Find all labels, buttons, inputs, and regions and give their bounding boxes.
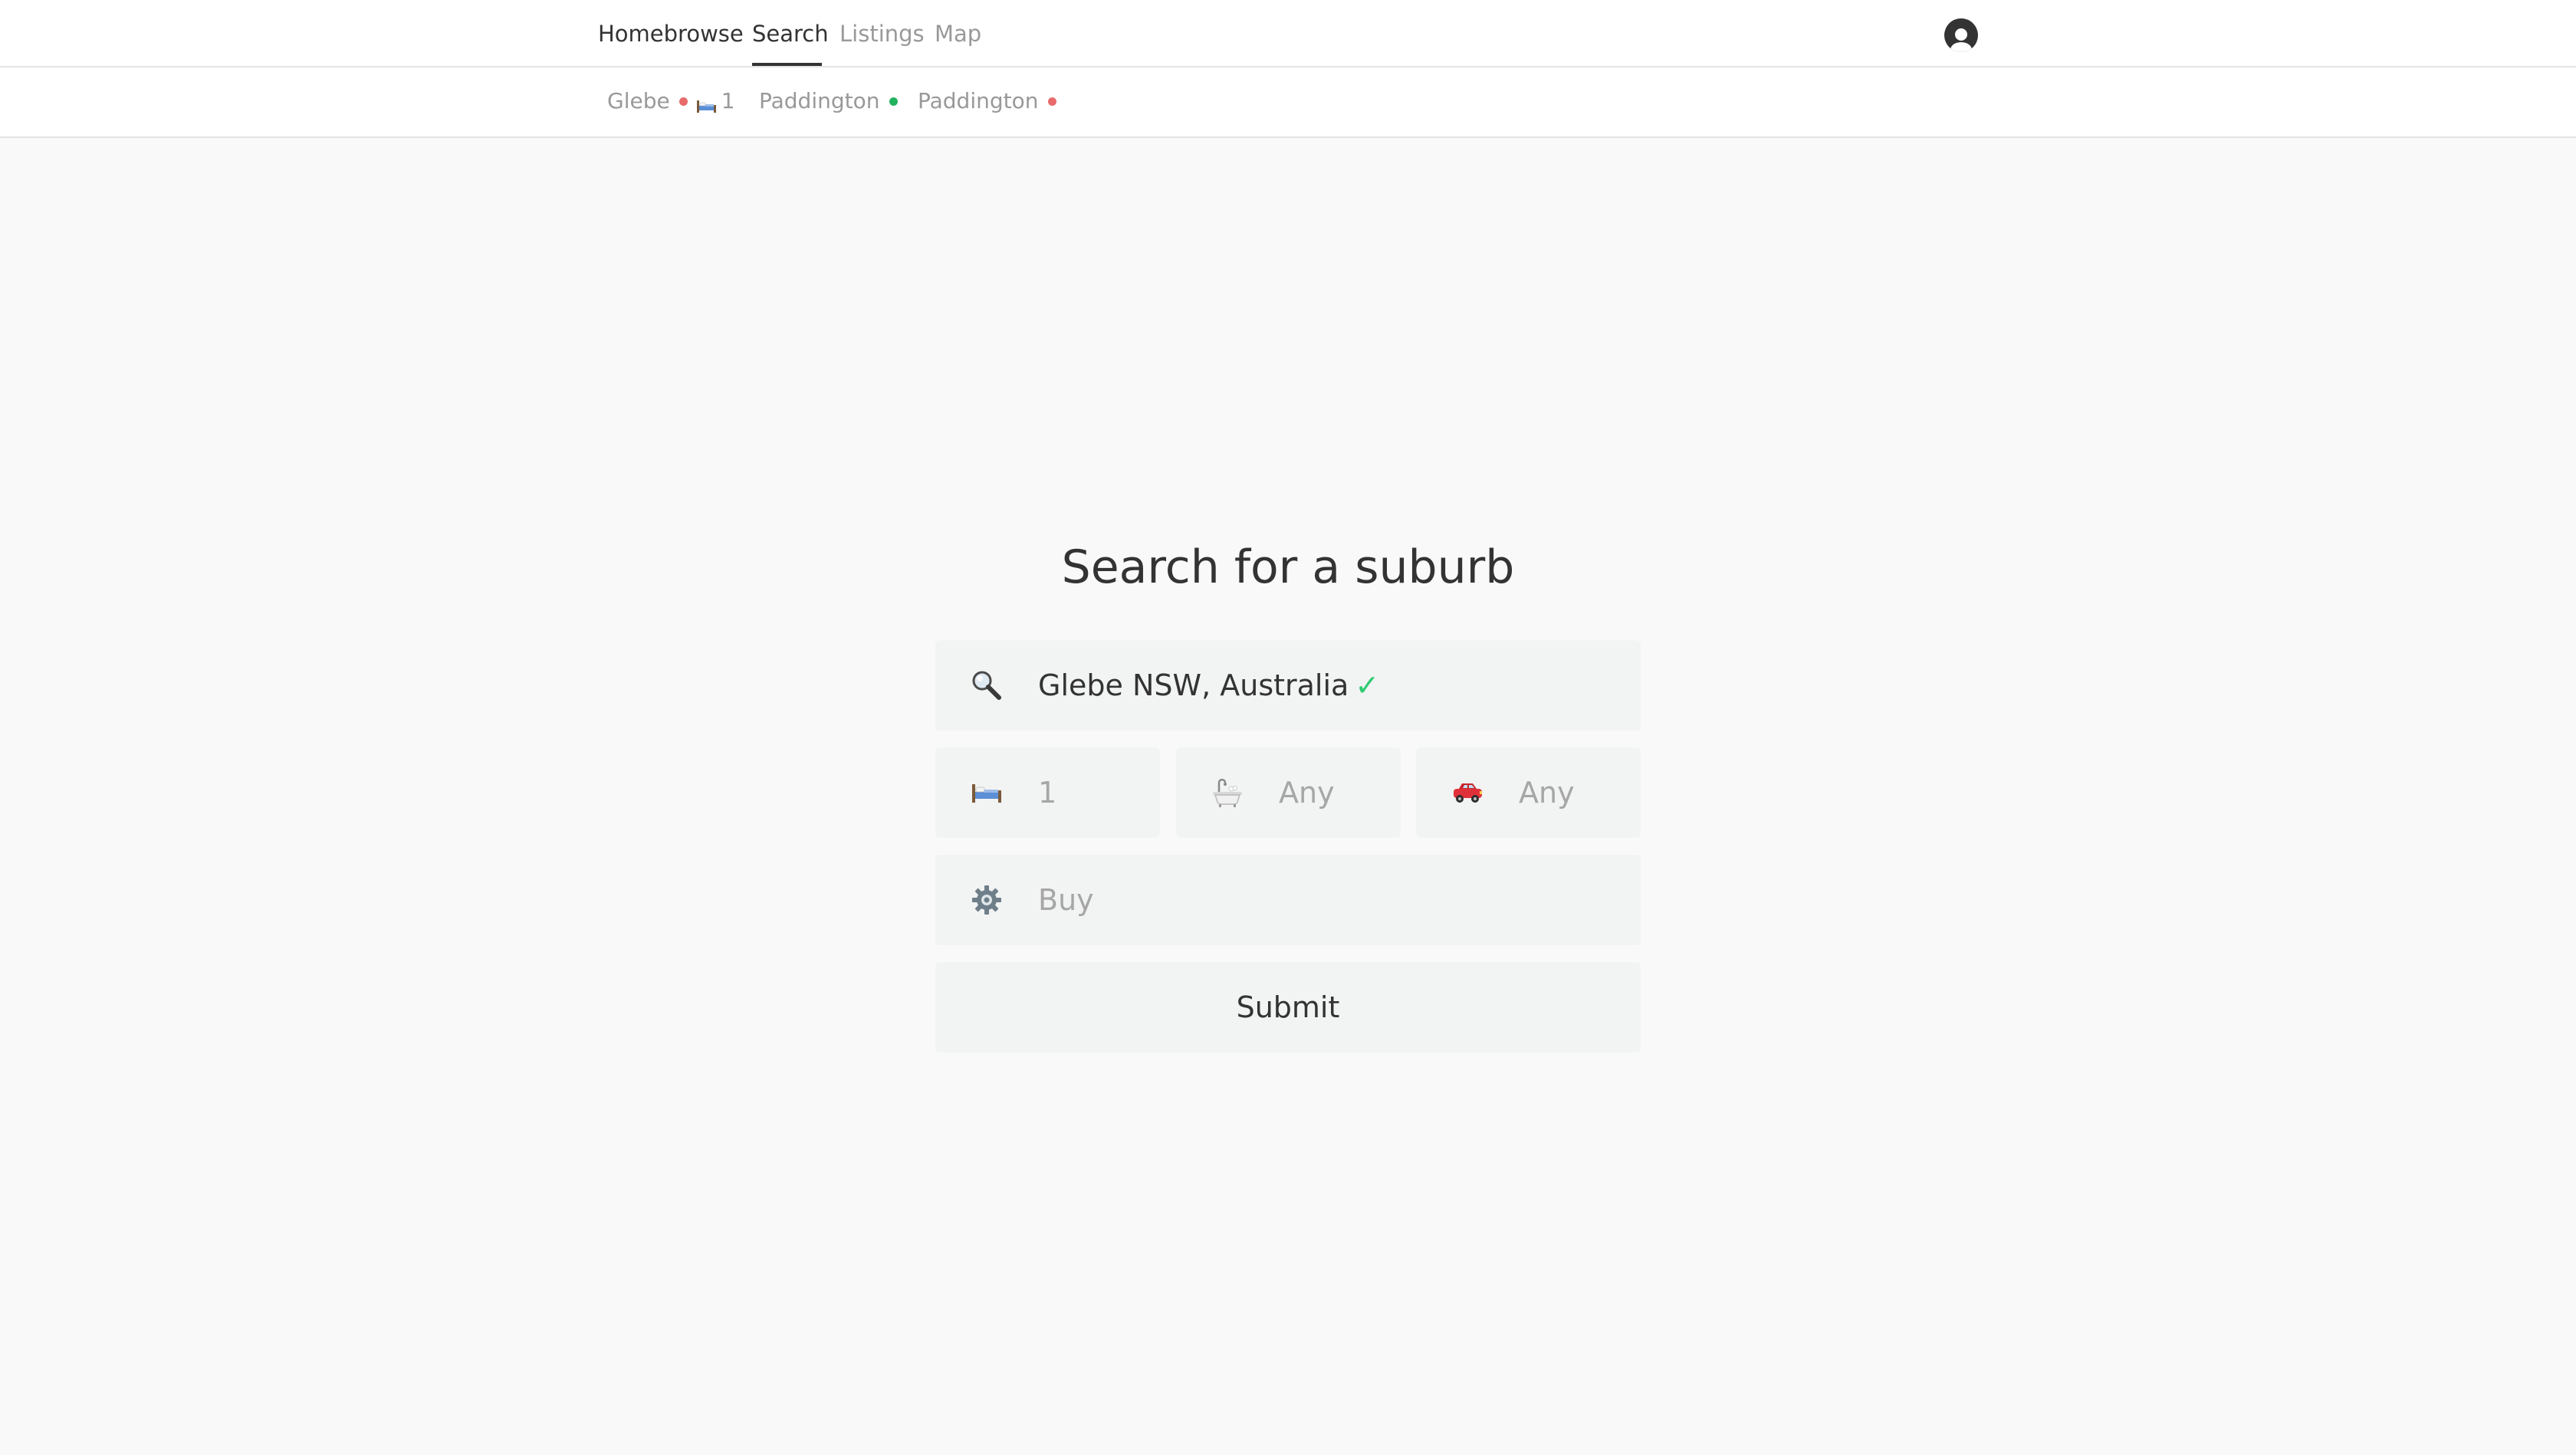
brand-link[interactable]: Homebrowse — [598, 20, 744, 48]
status-dot — [1047, 97, 1056, 106]
history-item-label: Paddington — [759, 88, 880, 113]
nav-tab-map[interactable]: Map — [935, 20, 981, 48]
car-icon — [1451, 777, 1484, 809]
history-item-glebe[interactable]: Glebe 1 — [607, 87, 735, 115]
active-tab-indicator — [752, 63, 822, 66]
check-icon: ✓ — [1355, 668, 1380, 702]
magnifier-icon — [971, 669, 1003, 701]
baths-select[interactable]: Any — [1176, 747, 1401, 838]
history-item-label: Glebe — [607, 88, 670, 113]
gear-icon — [971, 884, 1003, 916]
bed-icon — [696, 94, 717, 113]
history-item-label: Paddington — [918, 88, 1039, 113]
beds-value: 1 — [1038, 776, 1057, 810]
page-title: Search for a suburb — [1061, 540, 1515, 594]
suburb-value: Glebe NSW, Australia — [1038, 668, 1349, 702]
bathtub-icon — [1211, 777, 1244, 809]
beds-select[interactable]: 1 — [935, 747, 1160, 838]
cars-select[interactable]: Any — [1416, 747, 1641, 838]
history-item-paddington[interactable]: Paddington — [918, 87, 1056, 115]
top-nav: Homebrowse Search Listings Map — [0, 0, 2576, 67]
status-dot — [889, 97, 898, 106]
status-dot — [678, 97, 688, 106]
baths-value: Any — [1279, 776, 1335, 810]
user-avatar-icon[interactable] — [1944, 18, 1978, 52]
search-history-bar: Glebe 1 Paddington Paddington — [0, 67, 2576, 138]
bed-icon — [971, 777, 1003, 809]
nav-tab-search[interactable]: Search — [752, 20, 829, 48]
suburb-search-input[interactable]: Glebe NSW, Australia ✓ — [935, 640, 1641, 731]
listing-type-select[interactable]: Buy — [935, 855, 1641, 945]
listing-type-value: Buy — [1038, 883, 1094, 917]
submit-label: Submit — [1236, 990, 1340, 1024]
cars-value: Any — [1519, 776, 1575, 810]
history-item-paddington[interactable]: Paddington — [759, 87, 898, 115]
nav-tab-listings[interactable]: Listings — [840, 20, 925, 48]
history-item-beds: 1 — [721, 88, 735, 113]
submit-button[interactable]: Submit — [935, 962, 1641, 1053]
